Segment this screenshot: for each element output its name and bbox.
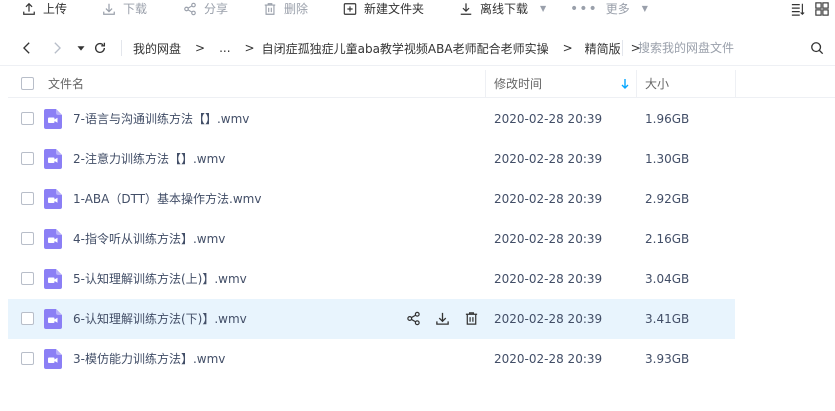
folder-plus-icon xyxy=(343,3,357,15)
file-modified-time: 2020-02-28 20:39 xyxy=(494,112,603,126)
video-file-icon xyxy=(44,189,62,209)
table-row[interactable]: 4-指令听从训练方法】.wmv 2020-02-28 20:39 2.16GB xyxy=(8,219,735,259)
table-row[interactable]: 6-认知理解训练方法(下)】.wmv 2020-02-28 20:39 3.41… xyxy=(8,299,735,339)
file-size: 3.04GB xyxy=(645,272,690,286)
file-name[interactable]: 7-语言与沟通训练方法【】.wmv xyxy=(73,99,249,139)
file-name[interactable]: 5-认知理解训练方法(上)】.wmv xyxy=(73,259,247,299)
file-size: 1.30GB xyxy=(645,152,690,166)
new-folder-button[interactable]: 新建文件夹 xyxy=(343,0,424,18)
column-header-size[interactable]: 大小 xyxy=(645,70,669,98)
share-icon[interactable] xyxy=(406,311,421,326)
share-label: 分享 xyxy=(204,2,229,16)
row-actions xyxy=(406,311,479,326)
file-size: 3.93GB xyxy=(645,352,690,366)
delete-label: 删除 xyxy=(284,2,309,16)
breadcrumb-folder[interactable]: 自闭症孤独症儿童aba教学视频ABA老师配合老师实操 xyxy=(262,40,549,57)
forward-icon[interactable] xyxy=(49,40,65,56)
table-header: 文件名 修改时间 大小 xyxy=(8,70,835,98)
column-header-name[interactable]: 文件名 xyxy=(48,70,84,98)
sort-down-icon[interactable] xyxy=(620,77,630,91)
select-all-checkbox[interactable] xyxy=(21,77,34,90)
column-divider[interactable] xyxy=(636,70,637,98)
table-row[interactable]: 1-ABA（DTT）基本操作方法.wmv 2020-02-28 20:39 2.… xyxy=(8,179,735,219)
trash-icon[interactable] xyxy=(464,311,479,326)
row-checkbox[interactable] xyxy=(21,352,34,365)
breadcrumb-current[interactable]: 精简版 xyxy=(585,40,621,57)
sort-list-icon[interactable] xyxy=(791,2,805,16)
file-modified-time: 2020-02-28 20:39 xyxy=(494,272,603,286)
video-file-icon xyxy=(44,309,62,329)
file-modified-time: 2020-02-28 20:39 xyxy=(494,152,603,166)
file-name[interactable]: 3-模仿能力训练方法】.wmv xyxy=(73,339,225,379)
table-row[interactable]: 7-语言与沟通训练方法【】.wmv 2020-02-28 20:39 1.96G… xyxy=(8,99,735,139)
upload-label: 上传 xyxy=(43,2,68,16)
back-icon[interactable] xyxy=(19,40,35,56)
file-size: 1.96GB xyxy=(645,112,690,126)
file-modified-time: 2020-02-28 20:39 xyxy=(494,352,603,366)
file-modified-time: 2020-02-28 20:39 xyxy=(494,192,603,206)
divider xyxy=(622,40,623,56)
offline-download-label: 离线下载 xyxy=(480,2,529,16)
more-dots-icon: ••• xyxy=(570,1,598,17)
view-controls xyxy=(791,0,829,18)
breadcrumb-ellipsis[interactable]: ... xyxy=(219,41,230,55)
navigation-bar: 我的网盘 > ... > 自闭症孤独症儿童aba教学视频ABA老师配合老师实操 … xyxy=(0,30,835,66)
trash-icon xyxy=(264,3,276,15)
upload-icon xyxy=(23,2,35,15)
chevron-down-icon[interactable]: ▼ xyxy=(642,0,648,18)
table-row[interactable]: 3-模仿能力训练方法】.wmv 2020-02-28 20:39 3.93GB xyxy=(8,339,735,379)
search-icon[interactable] xyxy=(810,41,824,55)
refresh-icon[interactable] xyxy=(92,40,108,56)
breadcrumb-root[interactable]: 我的网盘 xyxy=(133,40,181,57)
delete-button[interactable]: 删除 xyxy=(263,0,308,18)
history-dropdown-icon[interactable] xyxy=(73,40,89,56)
breadcrumb-separator: > xyxy=(244,41,255,55)
share-button[interactable]: 分享 xyxy=(183,0,228,18)
file-name[interactable]: 2-注意力训练方法【】.wmv xyxy=(73,139,225,179)
row-checkbox[interactable] xyxy=(21,152,34,165)
column-divider[interactable] xyxy=(485,70,486,98)
video-file-icon xyxy=(44,109,62,129)
download-icon xyxy=(103,3,115,15)
video-file-icon xyxy=(44,269,62,289)
grid-view-icon[interactable] xyxy=(815,2,829,16)
video-file-icon xyxy=(44,149,62,169)
file-name[interactable]: 1-ABA（DTT）基本操作方法.wmv xyxy=(73,179,261,219)
new-folder-label: 新建文件夹 xyxy=(364,2,425,16)
upload-button[interactable]: 上传 xyxy=(22,0,67,18)
file-modified-time: 2020-02-28 20:39 xyxy=(494,232,603,246)
row-checkbox[interactable] xyxy=(21,272,34,285)
file-size: 3.41GB xyxy=(645,312,690,326)
row-checkbox[interactable] xyxy=(21,232,34,245)
chevron-down-icon[interactable]: ▼ xyxy=(540,0,546,18)
video-file-icon xyxy=(44,229,62,249)
download-icon[interactable] xyxy=(435,311,450,326)
offline-download-icon xyxy=(460,3,472,15)
breadcrumb-separator: > xyxy=(195,41,206,55)
divider xyxy=(121,40,122,56)
share-icon xyxy=(184,2,196,16)
download-button[interactable]: 下载 xyxy=(102,0,147,18)
table-row[interactable]: 2-注意力训练方法【】.wmv 2020-02-28 20:39 1.30GB xyxy=(8,139,735,179)
video-file-icon xyxy=(44,349,62,369)
column-divider[interactable] xyxy=(735,70,736,98)
file-name[interactable]: 6-认知理解训练方法(下)】.wmv xyxy=(73,299,247,339)
more-label: 更多 xyxy=(605,2,630,16)
file-modified-time: 2020-02-28 20:39 xyxy=(494,312,603,326)
file-name[interactable]: 4-指令听从训练方法】.wmv xyxy=(73,219,225,259)
row-checkbox[interactable] xyxy=(21,312,34,325)
row-checkbox[interactable] xyxy=(21,112,34,125)
more-button[interactable]: ••• 更多 ▼ xyxy=(570,0,648,18)
breadcrumb: 我的网盘 > ... > 自闭症孤独症儿童aba教学视频ABA老师配合老师实操 … xyxy=(133,30,655,66)
download-label: 下载 xyxy=(123,2,148,16)
offline-download-button[interactable]: 离线下载 ▼ xyxy=(459,0,546,18)
toolbar: 上传 下载 分享 删除 新建文件夹 离线下载 ▼ ••• 更多 ▼ xyxy=(0,0,835,18)
row-checkbox[interactable] xyxy=(21,192,34,205)
search-input[interactable] xyxy=(638,38,798,58)
column-header-modified[interactable]: 修改时间 xyxy=(494,70,542,98)
file-size: 2.92GB xyxy=(645,192,690,206)
breadcrumb-separator: > xyxy=(562,41,573,55)
table-row[interactable]: 5-认知理解训练方法(上)】.wmv 2020-02-28 20:39 3.04… xyxy=(8,259,735,299)
file-size: 2.16GB xyxy=(645,232,690,246)
